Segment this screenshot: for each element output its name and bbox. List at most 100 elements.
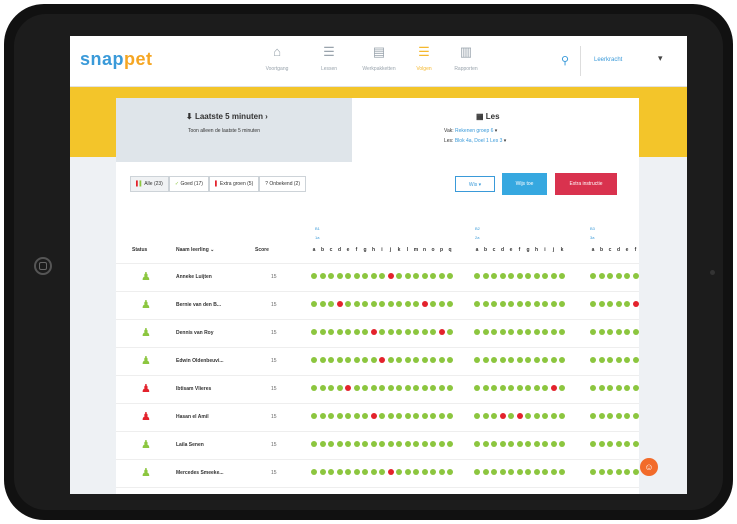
correct-answer-dot[interactable] xyxy=(328,469,334,475)
correct-answer-dot[interactable] xyxy=(438,385,445,391)
correct-answer-dot[interactable] xyxy=(550,469,557,475)
correct-answer-dot[interactable] xyxy=(598,329,605,335)
correct-answer-dot[interactable] xyxy=(447,441,453,447)
correct-answer-dot[interactable] xyxy=(387,329,394,335)
correct-answer-dot[interactable] xyxy=(632,441,639,447)
filter-unknown[interactable]: ? Onbekend (2) xyxy=(259,176,306,192)
correct-answer-dot[interactable] xyxy=(447,357,453,363)
correct-answer-dot[interactable] xyxy=(379,385,385,391)
correct-answer-dot[interactable] xyxy=(607,469,613,475)
correct-answer-dot[interactable] xyxy=(404,441,411,447)
correct-answer-dot[interactable] xyxy=(550,357,557,363)
vak-select[interactable]: Vak: Rekenen groep 6 ▾ xyxy=(444,128,497,134)
correct-answer-dot[interactable] xyxy=(370,357,377,363)
correct-answer-dot[interactable] xyxy=(525,273,531,279)
correct-answer-dot[interactable] xyxy=(328,357,334,363)
correct-answer-dot[interactable] xyxy=(396,469,402,475)
correct-answer-dot[interactable] xyxy=(533,357,540,363)
correct-answer-dot[interactable] xyxy=(404,469,411,475)
correct-answer-dot[interactable] xyxy=(328,329,334,335)
correct-answer-dot[interactable] xyxy=(590,441,596,447)
correct-answer-dot[interactable] xyxy=(499,273,506,279)
correct-answer-dot[interactable] xyxy=(474,413,480,419)
correct-answer-dot[interactable] xyxy=(328,273,334,279)
correct-answer-dot[interactable] xyxy=(328,385,334,391)
correct-answer-dot[interactable] xyxy=(508,385,514,391)
correct-answer-dot[interactable] xyxy=(353,385,360,391)
correct-answer-dot[interactable] xyxy=(311,441,317,447)
correct-answer-dot[interactable] xyxy=(533,413,540,419)
correct-answer-dot[interactable] xyxy=(430,329,436,335)
correct-answer-dot[interactable] xyxy=(615,301,622,307)
correct-answer-dot[interactable] xyxy=(387,385,394,391)
correct-answer-dot[interactable] xyxy=(311,329,317,335)
correct-answer-dot[interactable] xyxy=(438,413,445,419)
view-dropdown[interactable]: Wis ▾ xyxy=(455,176,495,192)
correct-answer-dot[interactable] xyxy=(370,273,377,279)
correct-answer-dot[interactable] xyxy=(421,413,428,419)
correct-answer-dot[interactable] xyxy=(508,413,514,419)
correct-answer-dot[interactable] xyxy=(474,441,480,447)
correct-answer-dot[interactable] xyxy=(336,413,343,419)
correct-answer-dot[interactable] xyxy=(430,385,436,391)
table-row[interactable]: ♟ Edwin Oldenbeuvi... 15 xyxy=(116,347,639,376)
correct-answer-dot[interactable] xyxy=(345,301,351,307)
correct-answer-dot[interactable] xyxy=(421,469,428,475)
correct-answer-dot[interactable] xyxy=(396,357,402,363)
correct-answer-dot[interactable] xyxy=(396,413,402,419)
correct-answer-dot[interactable] xyxy=(590,413,596,419)
correct-answer-dot[interactable] xyxy=(615,385,622,391)
correct-answer-dot[interactable] xyxy=(474,357,480,363)
correct-answer-dot[interactable] xyxy=(542,301,548,307)
correct-answer-dot[interactable] xyxy=(413,301,419,307)
correct-answer-dot[interactable] xyxy=(430,469,436,475)
correct-answer-dot[interactable] xyxy=(311,413,317,419)
correct-answer-dot[interactable] xyxy=(624,301,630,307)
correct-answer-dot[interactable] xyxy=(624,441,630,447)
assign-button[interactable]: Wijs toe xyxy=(502,173,547,195)
correct-answer-dot[interactable] xyxy=(404,357,411,363)
correct-answer-dot[interactable] xyxy=(533,301,540,307)
correct-answer-dot[interactable] xyxy=(362,273,368,279)
correct-answer-dot[interactable] xyxy=(413,273,419,279)
table-row[interactable]: ♟Merle Roven3 xyxy=(116,487,639,494)
correct-answer-dot[interactable] xyxy=(533,329,540,335)
wrong-answer-dot[interactable] xyxy=(370,329,377,335)
correct-answer-dot[interactable] xyxy=(336,357,343,363)
table-row[interactable]: ♟ Mercedes Smeeke... 15 xyxy=(116,459,639,488)
correct-answer-dot[interactable] xyxy=(421,329,428,335)
correct-answer-dot[interactable] xyxy=(542,441,548,447)
home-button[interactable] xyxy=(34,257,52,275)
correct-answer-dot[interactable] xyxy=(396,329,402,335)
correct-answer-dot[interactable] xyxy=(430,301,436,307)
correct-answer-dot[interactable] xyxy=(319,273,326,279)
correct-answer-dot[interactable] xyxy=(328,301,334,307)
correct-answer-dot[interactable] xyxy=(615,469,622,475)
table-row[interactable]: ♟ Hasan el Amil 15 xyxy=(116,403,639,432)
wrong-answer-dot[interactable] xyxy=(632,301,639,307)
correct-answer-dot[interactable] xyxy=(319,469,326,475)
correct-answer-dot[interactable] xyxy=(624,357,630,363)
correct-answer-dot[interactable] xyxy=(559,329,565,335)
correct-answer-dot[interactable] xyxy=(542,273,548,279)
table-row[interactable]: ♟ Anneke Luijten 15 xyxy=(116,263,639,292)
extra-instruction-button[interactable]: Extra instructie xyxy=(555,173,617,195)
correct-answer-dot[interactable] xyxy=(542,385,548,391)
correct-answer-dot[interactable] xyxy=(598,441,605,447)
correct-answer-dot[interactable] xyxy=(311,357,317,363)
correct-answer-dot[interactable] xyxy=(508,273,514,279)
correct-answer-dot[interactable] xyxy=(559,469,565,475)
correct-answer-dot[interactable] xyxy=(516,329,523,335)
correct-answer-dot[interactable] xyxy=(474,469,480,475)
correct-answer-dot[interactable] xyxy=(379,273,385,279)
correct-answer-dot[interactable] xyxy=(632,385,639,391)
correct-answer-dot[interactable] xyxy=(319,301,326,307)
correct-answer-dot[interactable] xyxy=(362,357,368,363)
correct-answer-dot[interactable] xyxy=(353,469,360,475)
correct-answer-dot[interactable] xyxy=(379,441,385,447)
correct-answer-dot[interactable] xyxy=(413,413,419,419)
correct-answer-dot[interactable] xyxy=(615,273,622,279)
correct-answer-dot[interactable] xyxy=(353,273,360,279)
wrong-answer-dot[interactable] xyxy=(370,413,377,419)
correct-answer-dot[interactable] xyxy=(632,413,639,419)
